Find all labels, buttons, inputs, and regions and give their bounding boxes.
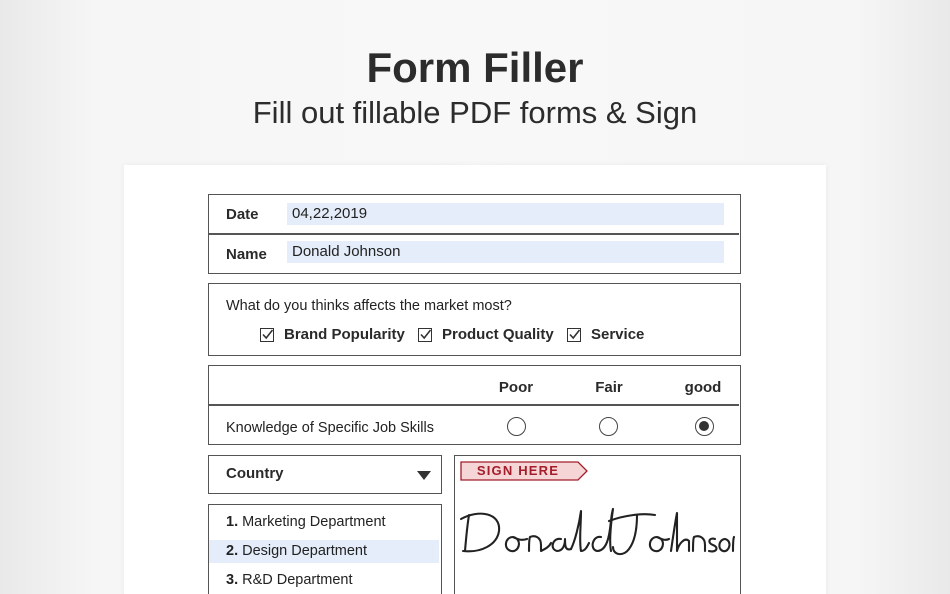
list-item[interactable]: 1. Marketing Department [209,511,439,534]
column-poor: Poor [498,379,534,396]
radio-fair[interactable] [599,417,618,436]
identity-section: Date 04,22,2019 Name Donald Johnson [208,194,741,274]
checkbox-label: Brand Popularity [284,326,405,343]
checkbox-checked-icon [260,327,274,342]
pdf-page: Date 04,22,2019 Name Donald Johnson What… [124,165,826,594]
date-field[interactable]: 04,22,2019 [287,203,724,225]
sign-here-text: SIGN HERE [476,463,560,478]
column-fair: Fair [595,379,623,396]
list-item-number: 1. [226,514,239,530]
radio-poor[interactable] [507,417,526,436]
divider [209,404,739,406]
hero-subtitle: Fill out fillable PDF forms & Sign [252,95,698,130]
radio-good-selected[interactable] [695,417,714,436]
rating-row-label: Knowledge of Specific Job Skills [226,420,434,436]
dropdown-value: Country [226,465,284,482]
checkbox-checked-icon [418,327,432,342]
checkbox-service[interactable]: Service [567,326,644,343]
checkbox-label: Service [591,326,645,343]
list-item-number: 3. [226,572,239,588]
caret-down-icon [417,471,431,480]
divider [209,233,739,235]
list-item-label: Design Department [242,543,368,559]
list-item-label: Marketing Department [242,514,386,530]
column-good: good [684,379,722,396]
date-label: Date [226,206,259,223]
checkbox-checked-icon [567,327,581,342]
market-question-section: What do you thinks affects the market mo… [208,283,741,356]
checkbox-label: Product Quality [442,326,554,343]
signature-box[interactable]: SIGN HERE [454,455,741,594]
signature-image [459,507,736,556]
hero-title: Form Filler [366,44,584,91]
list-item-label: R&D Department [242,572,353,588]
list-item[interactable]: 3. R&D Department [209,569,439,592]
name-field[interactable]: Donald Johnson [287,241,724,263]
sign-here-tag: SIGN HERE [460,461,590,486]
question-text: What do you thinks affects the market mo… [226,298,512,314]
list-item-selected[interactable]: 2. Design Department [209,540,439,563]
country-dropdown[interactable]: Country [208,455,442,494]
list-item-number: 2. [226,543,239,559]
checkbox-product-quality[interactable]: Product Quality [418,326,554,343]
rating-section: Poor Fair good Knowledge of Specific Job… [208,365,741,445]
checkbox-brand-popularity[interactable]: Brand Popularity [260,326,405,343]
name-label: Name [226,246,267,263]
department-list: 1. Marketing Department 2. Design Departme… [208,504,442,594]
